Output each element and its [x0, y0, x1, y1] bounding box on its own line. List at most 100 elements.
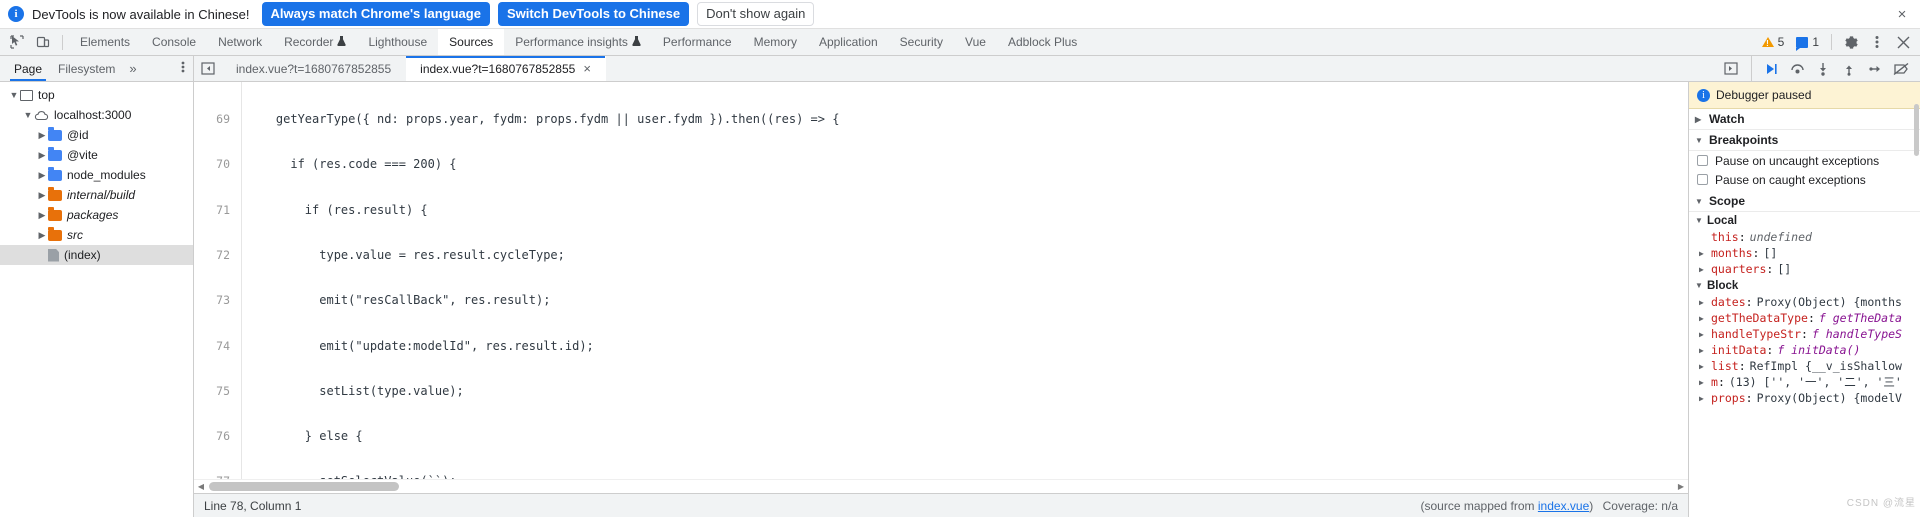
- twisty-right-icon[interactable]: [36, 230, 48, 241]
- warning-count-badge[interactable]: 5: [1756, 33, 1791, 51]
- chevron-right-icon[interactable]: [1699, 346, 1709, 355]
- scroll-right-arrow-icon[interactable]: ▶: [1674, 482, 1688, 491]
- step-into-next-function-call-button[interactable]: [1810, 57, 1836, 81]
- editor-tab-2[interactable]: index.vue?t=1680767852855 ×: [406, 56, 606, 81]
- tree-item-src[interactable]: src: [0, 225, 193, 245]
- twisty-down-icon[interactable]: [22, 110, 34, 120]
- close-tab-icon[interactable]: ×: [583, 61, 591, 76]
- chevron-right-icon[interactable]: [1699, 298, 1709, 307]
- chevron-down-icon[interactable]: [1695, 281, 1705, 290]
- scope-row[interactable]: list:RefImpl {__v_isShallow: [1689, 358, 1920, 374]
- scope-row[interactable]: handleTypeStr:f handleTypeS: [1689, 326, 1920, 342]
- chevron-right-icon[interactable]: [1699, 362, 1709, 371]
- tab-lighthouse[interactable]: Lighthouse: [357, 29, 438, 55]
- chevron-down-icon[interactable]: [1695, 136, 1705, 145]
- scope-row[interactable]: months:[]: [1689, 245, 1920, 261]
- twisty-right-icon[interactable]: [36, 190, 48, 201]
- three-dots-vertical-icon[interactable]: [1864, 30, 1890, 54]
- editor-tab-1[interactable]: index.vue?t=1680767852855: [222, 56, 406, 81]
- step-over-next-function-call-button[interactable]: [1784, 57, 1810, 81]
- close-icon[interactable]: ×: [1892, 4, 1912, 24]
- scope-row[interactable]: quarters:[]: [1689, 261, 1920, 277]
- code-content[interactable]: 69 getYearType({ nd: props.year, fydm: p…: [194, 82, 1688, 479]
- scope-row[interactable]: getTheDataType:f getTheData: [1689, 310, 1920, 326]
- tab-adblock-plus[interactable]: Adblock Plus: [997, 29, 1088, 55]
- scrollbar-track[interactable]: [209, 482, 1673, 491]
- tab-console[interactable]: Console: [141, 29, 207, 55]
- tree-item-localhost[interactable]: localhost:3000: [0, 105, 193, 125]
- tab-application[interactable]: Application: [808, 29, 889, 55]
- show-navigator-icon[interactable]: [194, 56, 222, 81]
- tree-item-internal-build[interactable]: internal/build: [0, 185, 193, 205]
- tab-performance-insights[interactable]: Performance insights: [504, 29, 652, 55]
- tab-network[interactable]: Network: [207, 29, 273, 55]
- nav-tab-page[interactable]: Page: [6, 56, 50, 81]
- chevron-right-icon[interactable]: [1699, 265, 1709, 274]
- scrollbar-thumb[interactable]: [209, 482, 399, 491]
- chevron-right-icon[interactable]: [1695, 115, 1705, 124]
- chevron-right-icon[interactable]: [1699, 314, 1709, 323]
- scope-row[interactable]: m:(13) ['', '一', '二', '三': [1689, 374, 1920, 390]
- scope-row[interactable]: this: undefined: [1689, 229, 1920, 245]
- tree-item-at-id[interactable]: @id: [0, 125, 193, 145]
- close-icon[interactable]: [1890, 30, 1916, 54]
- chevron-right-icon[interactable]: [1699, 249, 1709, 258]
- checkbox[interactable]: [1697, 174, 1708, 185]
- scope-row[interactable]: props:Proxy(Object) {modelV: [1689, 390, 1920, 406]
- horizontal-scrollbar[interactable]: ◀ ▶: [194, 479, 1688, 493]
- gear-icon[interactable]: [1838, 30, 1864, 54]
- more-navigator-tabs-icon[interactable]: »: [123, 61, 142, 76]
- navigator-tabs: Page Filesystem »: [0, 56, 194, 81]
- tab-recorder[interactable]: Recorder: [273, 29, 357, 55]
- scroll-left-arrow-icon[interactable]: ◀: [194, 482, 208, 491]
- checkbox[interactable]: [1697, 155, 1708, 166]
- twisty-right-icon[interactable]: [36, 170, 48, 181]
- chevron-down-icon[interactable]: [1695, 216, 1705, 225]
- pause-on-caught-exceptions-row[interactable]: Pause on caught exceptions: [1689, 170, 1920, 189]
- nav-tab-filesystem[interactable]: Filesystem: [50, 56, 123, 81]
- tab-elements[interactable]: Elements: [69, 29, 141, 55]
- pause-on-uncaught-exceptions-row[interactable]: Pause on uncaught exceptions: [1689, 151, 1920, 170]
- twisty-down-icon[interactable]: [8, 90, 20, 100]
- tab-performance[interactable]: Performance: [652, 29, 743, 55]
- scope-group-block[interactable]: Block: [1689, 277, 1920, 294]
- show-debugger-sidebar-icon[interactable]: [1717, 62, 1745, 75]
- scope-row[interactable]: dates:Proxy(Object) {months: [1689, 294, 1920, 310]
- twisty-right-icon[interactable]: [36, 130, 48, 141]
- tree-item-node-modules[interactable]: node_modules: [0, 165, 193, 185]
- chevron-right-icon[interactable]: [1699, 378, 1709, 387]
- tree-item-packages[interactable]: packages: [0, 205, 193, 225]
- scope-group-local[interactable]: Local: [1689, 212, 1920, 229]
- chevron-right-icon[interactable]: [1699, 330, 1709, 339]
- chevron-down-icon[interactable]: [1695, 197, 1705, 206]
- switch-devtools-to-chinese-button[interactable]: Switch DevTools to Chinese: [497, 2, 690, 26]
- message-count-badge[interactable]: 1: [1790, 33, 1825, 51]
- code-scroll-area[interactable]: 69 getYearType({ nd: props.year, fydm: p…: [194, 82, 1688, 479]
- device-toolbar-icon[interactable]: [30, 30, 56, 54]
- twisty-right-icon[interactable]: [36, 210, 48, 221]
- tab-vue[interactable]: Vue: [954, 29, 997, 55]
- chevron-right-icon[interactable]: [1699, 394, 1709, 403]
- section-breakpoints[interactable]: Breakpoints: [1689, 130, 1920, 151]
- tab-memory[interactable]: Memory: [743, 29, 808, 55]
- sidebar-scrollbar-thumb[interactable]: [1914, 104, 1919, 156]
- scope-row[interactable]: initData:f initData(): [1689, 342, 1920, 358]
- cursor-inspect-icon[interactable]: [4, 30, 30, 54]
- tab-security[interactable]: Security: [889, 29, 954, 55]
- tab-sources[interactable]: Sources: [438, 29, 505, 55]
- source-map-link[interactable]: index.vue: [1538, 499, 1589, 513]
- dont-show-again-button[interactable]: Don't show again: [697, 2, 815, 26]
- twisty-right-icon[interactable]: [36, 150, 48, 161]
- tree-item-at-vite[interactable]: @vite: [0, 145, 193, 165]
- step-button[interactable]: [1862, 57, 1888, 81]
- scope-sep: :: [1766, 343, 1774, 357]
- section-watch[interactable]: Watch: [1689, 109, 1920, 130]
- always-match-chrome-language-button[interactable]: Always match Chrome's language: [261, 2, 490, 26]
- section-scope[interactable]: Scope: [1689, 191, 1920, 212]
- tree-item-top[interactable]: top: [0, 85, 193, 105]
- step-out-of-current-function-button[interactable]: [1836, 57, 1862, 81]
- navigator-more-options-icon[interactable]: [173, 60, 193, 77]
- deactivate-breakpoints-button[interactable]: [1888, 57, 1914, 81]
- tree-item-index[interactable]: (index): [0, 245, 193, 265]
- resume-script-execution-button[interactable]: [1758, 57, 1784, 81]
